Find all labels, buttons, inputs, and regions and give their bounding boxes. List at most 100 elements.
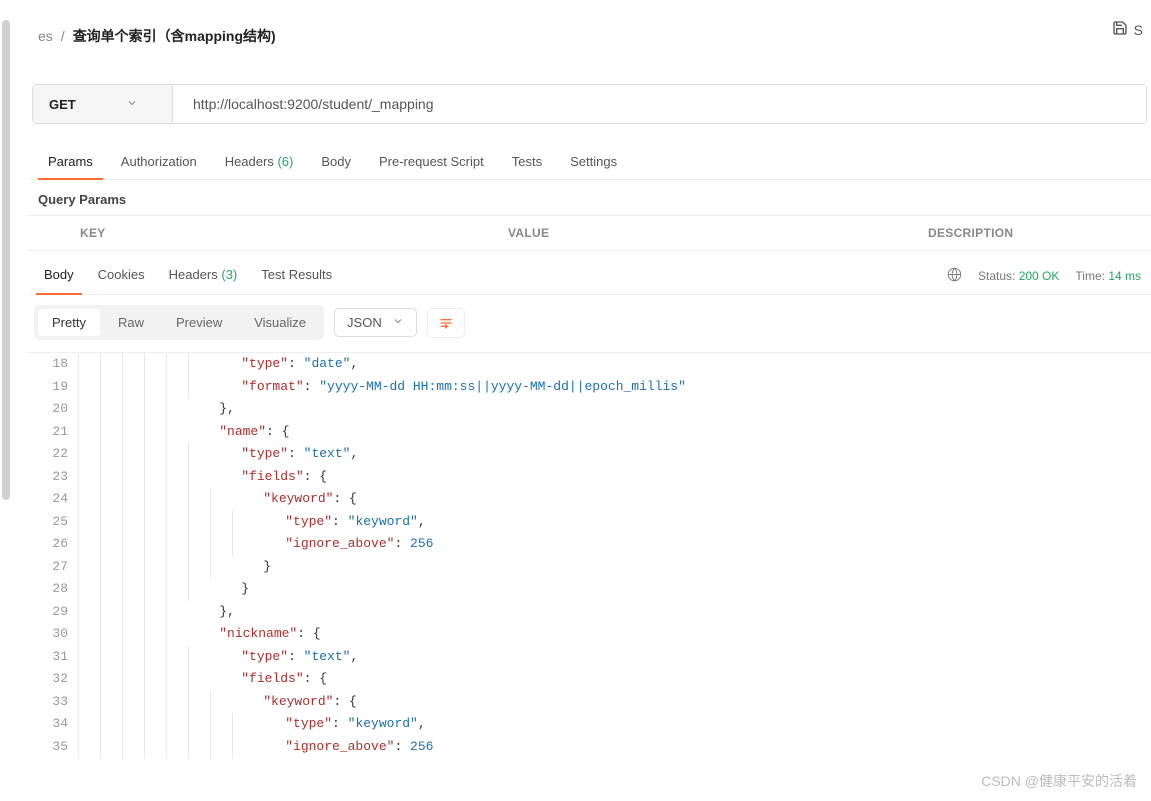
time-value: 14 ms (1108, 269, 1141, 283)
line-number: 28 (28, 578, 78, 601)
line-number: 33 (28, 691, 78, 714)
tab-prerequest[interactable]: Pre-request Script (365, 148, 498, 179)
code-line: 35 "ignore_above": 256 (28, 736, 1151, 759)
time-label: Time: (1075, 269, 1105, 283)
fold-guides (78, 443, 210, 466)
format-label: JSON (347, 315, 382, 330)
line-number: 24 (28, 488, 78, 511)
method-label: GET (49, 97, 76, 112)
code-content: "type": "text", (210, 443, 358, 466)
code-content: "nickname": { (188, 623, 321, 646)
view-pretty[interactable]: Pretty (38, 309, 100, 336)
code-content: "ignore_above": 256 (254, 533, 433, 556)
tab-headers-label: Headers (225, 154, 274, 169)
breadcrumb-separator: / (61, 28, 65, 44)
response-tabs: Body Cookies Headers (3) Test Results St… (28, 257, 1151, 295)
resp-tab-body[interactable]: Body (32, 257, 86, 294)
chevron-down-icon (392, 315, 404, 330)
line-number: 25 (28, 511, 78, 534)
tab-authorization[interactable]: Authorization (107, 148, 211, 179)
breadcrumb-request-name[interactable]: 查询单个索引（含mapping结构) (73, 26, 276, 46)
col-key: KEY (28, 216, 498, 250)
fold-guides (78, 421, 188, 444)
code-line: 27 } (28, 556, 1151, 579)
line-number: 21 (28, 421, 78, 444)
format-select[interactable]: JSON (334, 308, 417, 337)
watermark: CSDN @健康平安的活着 (981, 771, 1137, 791)
resp-tab-headers-label: Headers (169, 267, 218, 282)
wrap-lines-button[interactable] (427, 308, 465, 338)
code-content: }, (188, 601, 235, 624)
fold-guides (78, 691, 232, 714)
resp-tab-headers[interactable]: Headers (3) (157, 257, 250, 294)
code-line: 26 "ignore_above": 256 (28, 533, 1151, 556)
query-params-header: Query Params (28, 180, 1151, 215)
line-number: 27 (28, 556, 78, 579)
code-line: 23 "fields": { (28, 466, 1151, 489)
chevron-down-icon (126, 97, 138, 112)
tab-tests[interactable]: Tests (498, 148, 556, 179)
resp-tab-testresults[interactable]: Test Results (249, 257, 344, 294)
code-content: "keyword": { (232, 488, 357, 511)
status-meta: Status: 200 OK (978, 269, 1059, 283)
fold-guides (78, 623, 188, 646)
code-line: 25 "type": "keyword", (28, 511, 1151, 534)
line-number: 22 (28, 443, 78, 466)
scrollbar[interactable] (2, 20, 10, 500)
status-label: Status: (978, 269, 1015, 283)
fold-guides (78, 578, 210, 601)
resp-tab-cookies[interactable]: Cookies (86, 257, 157, 294)
url-input[interactable] (173, 85, 1146, 123)
code-line: 21 "name": { (28, 421, 1151, 444)
col-value: VALUE (498, 216, 918, 250)
fold-guides (78, 376, 210, 399)
fold-guides (78, 488, 232, 511)
fold-guides (78, 736, 254, 759)
view-preview[interactable]: Preview (162, 309, 236, 336)
col-description: DESCRIPTION (918, 216, 1151, 250)
fold-guides (78, 713, 254, 736)
tab-headers[interactable]: Headers (6) (211, 148, 308, 179)
tab-body[interactable]: Body (307, 148, 365, 179)
code-content: } (232, 556, 271, 579)
line-number: 18 (28, 353, 78, 376)
code-content: "type": "date", (210, 353, 358, 376)
code-content: "name": { (188, 421, 289, 444)
line-number: 29 (28, 601, 78, 624)
tab-settings[interactable]: Settings (556, 148, 631, 179)
fold-guides (78, 533, 254, 556)
view-visualize[interactable]: Visualize (240, 309, 320, 336)
request-tabs: Params Authorization Headers (6) Body Pr… (28, 148, 1151, 180)
code-line: 19 "format": "yyyy-MM-dd HH:mm:ss||yyyy-… (28, 376, 1151, 399)
line-number: 30 (28, 623, 78, 646)
view-raw[interactable]: Raw (104, 309, 158, 336)
code-content: "type": "keyword", (254, 713, 426, 736)
code-content: "format": "yyyy-MM-dd HH:mm:ss||yyyy-MM-… (210, 376, 686, 399)
line-number: 34 (28, 713, 78, 736)
response-body-code[interactable]: 18 "type": "date",19 "format": "yyyy-MM-… (28, 352, 1151, 758)
globe-icon[interactable] (947, 267, 962, 285)
view-tabs: Pretty Raw Preview Visualize (34, 305, 324, 340)
code-content: "type": "text", (210, 646, 358, 669)
time-meta: Time: 14 ms (1075, 269, 1141, 283)
code-line: 31 "type": "text", (28, 646, 1151, 669)
code-content: "keyword": { (232, 691, 357, 714)
headers-count: (6) (277, 154, 293, 169)
save-icon[interactable] (1112, 20, 1128, 39)
line-number: 26 (28, 533, 78, 556)
save-button[interactable]: S (1134, 22, 1143, 38)
status-value: 200 OK (1019, 269, 1060, 283)
code-line: 28 } (28, 578, 1151, 601)
view-row: Pretty Raw Preview Visualize JSON (28, 305, 1151, 340)
breadcrumb: es / 查询单个索引（含mapping结构) (38, 26, 1151, 46)
tab-params[interactable]: Params (34, 148, 107, 179)
fold-guides (78, 668, 210, 691)
code-line: 32 "fields": { (28, 668, 1151, 691)
breadcrumb-folder[interactable]: es (38, 28, 53, 44)
method-select[interactable]: GET (33, 85, 173, 123)
code-content: "fields": { (210, 668, 327, 691)
resp-headers-count: (3) (221, 267, 237, 282)
code-line: 22 "type": "text", (28, 443, 1151, 466)
code-content: "fields": { (210, 466, 327, 489)
url-bar: GET (32, 84, 1147, 124)
